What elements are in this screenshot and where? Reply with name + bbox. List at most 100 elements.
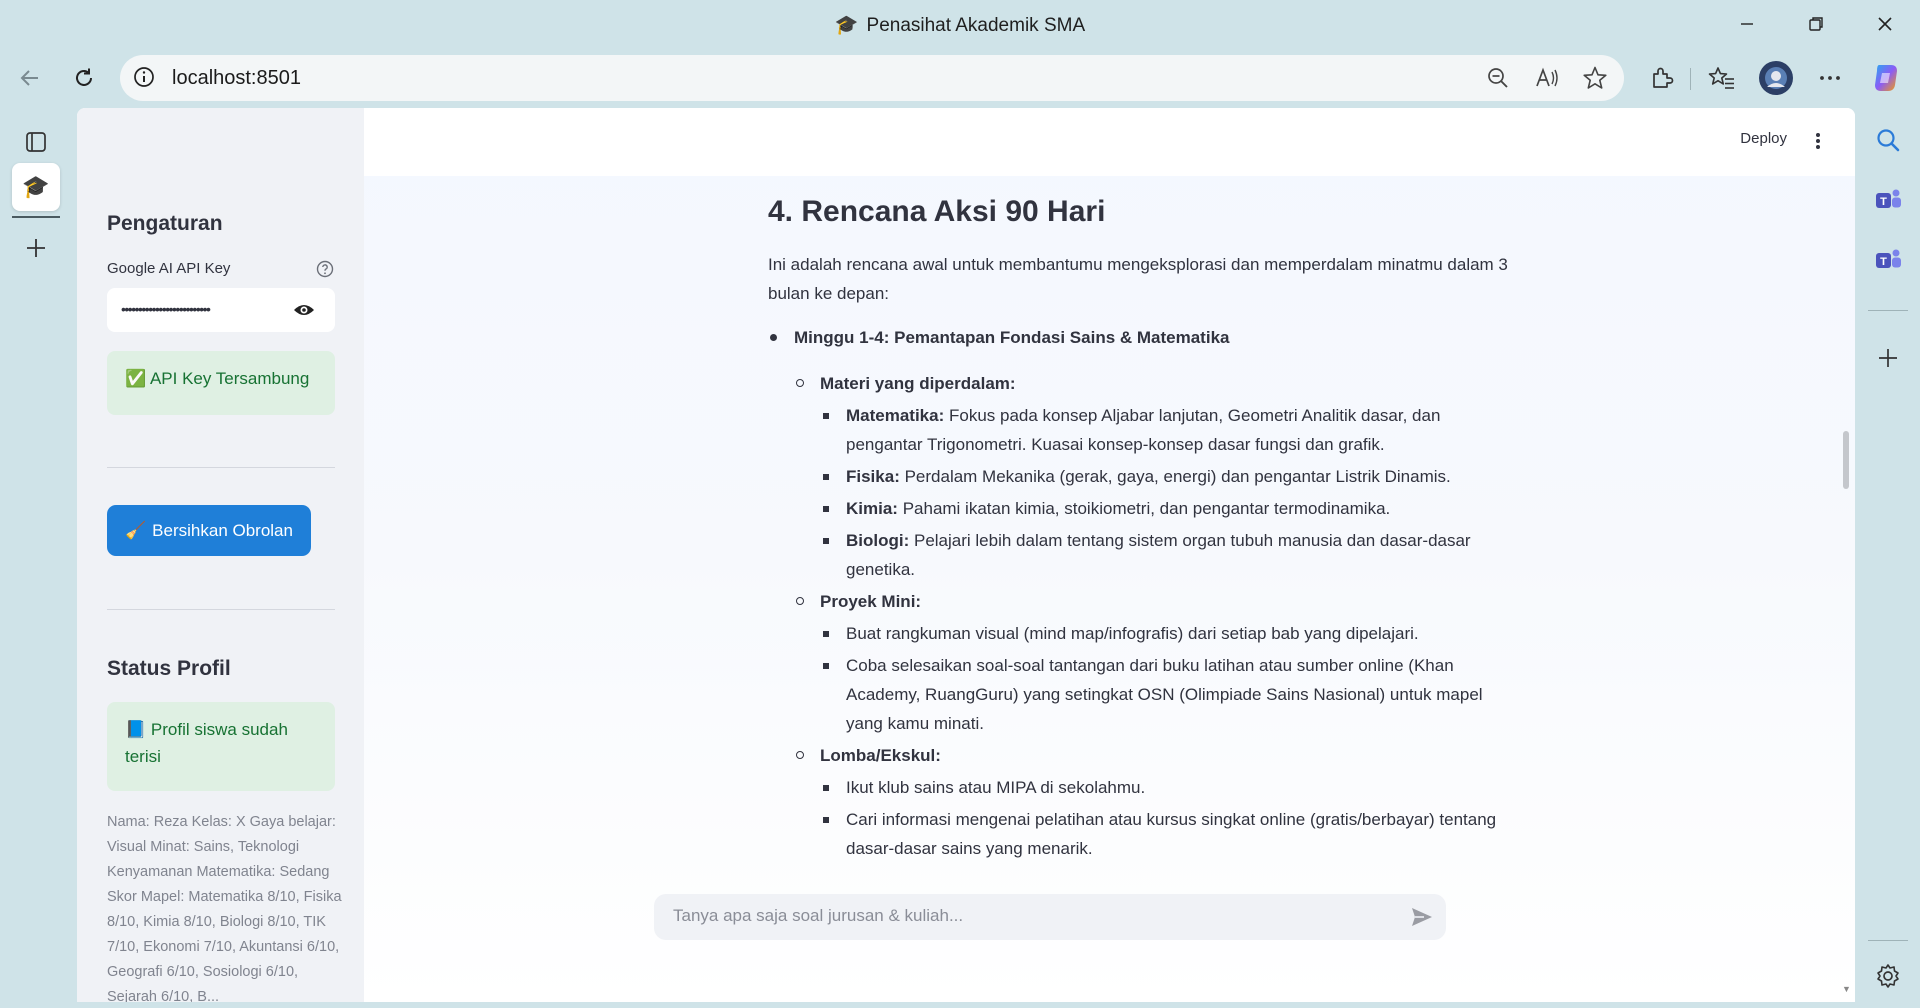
plan-list: Minggu 1-4: Pemantapan Fondasi Sains & M… — [768, 323, 1508, 863]
minimize-icon — [1741, 23, 1753, 25]
favorite-star-icon[interactable] — [1581, 64, 1609, 92]
help-icon[interactable] — [316, 260, 334, 278]
restore-button[interactable] — [1796, 8, 1836, 40]
list-item: Buat rangkuman visual (mind map/infograf… — [820, 619, 1508, 648]
chat-input-placeholder[interactable]: Tanya apa saja soal jurusan & kuliah... — [673, 906, 963, 926]
toolbar-divider — [1690, 68, 1691, 90]
zoom-out-icon[interactable] — [1484, 64, 1512, 92]
new-tab-button[interactable] — [12, 224, 60, 272]
proyek-title: Proyek Mini: — [820, 592, 922, 611]
week-sections: Materi yang diperdalam: Matematika: Foku… — [794, 369, 1508, 863]
close-icon — [1878, 17, 1892, 31]
subject-label: Fisika: — [846, 467, 900, 486]
back-arrow-icon — [20, 70, 38, 86]
tab-actions-icon[interactable] — [12, 118, 60, 166]
app-sidebar: Pengaturan Google AI API Key •••••••••••… — [77, 108, 364, 1002]
section-heading: 4. Rencana Aksi 90 Hari — [768, 195, 1106, 228]
scroll-down-arrow-icon[interactable]: ▼ — [1842, 984, 1851, 994]
main-area: Deploy 4. Rencana Aksi 90 Hari Ini adala… — [364, 108, 1855, 1002]
teams-icon-2[interactable]: T — [1868, 240, 1908, 280]
settings-heading: Pengaturan — [107, 212, 223, 235]
window-title: 🎓 Penasihat Akademik SMA — [0, 13, 1920, 37]
week-title: Minggu 1-4: Pemantapan Fondasi Sains & M… — [794, 328, 1230, 347]
reload-button[interactable] — [66, 60, 102, 96]
svg-text:T: T — [1880, 256, 1887, 268]
reload-icon — [76, 68, 92, 86]
profile-status-heading: Status Profil — [107, 657, 231, 680]
plan-week-item: Minggu 1-4: Pemantapan Fondasi Sains & M… — [768, 323, 1508, 863]
lomba-list: Ikut klub sains atau MIPA di sekolahmu. … — [820, 773, 1508, 863]
back-button[interactable] — [12, 60, 48, 96]
subject-text: Pelajari lebih dalam tentang sistem orga… — [846, 531, 1471, 579]
plus-icon — [1879, 349, 1897, 367]
edge-divider — [1868, 310, 1908, 311]
edge-sidebar: T T — [1856, 110, 1920, 1008]
list-item: Fisika: Perdalam Mekanika (gerak, gaya, … — [820, 462, 1508, 491]
list-item: Cari informasi mengenai pelatihan atau k… — [820, 805, 1508, 863]
main-menu-icon[interactable] — [1807, 128, 1829, 154]
send-icon[interactable] — [1410, 905, 1434, 929]
show-password-eye-icon[interactable] — [293, 301, 315, 319]
materi-title: Materi yang diperdalam: — [820, 374, 1016, 393]
read-aloud-icon[interactable] — [1533, 64, 1561, 92]
chat-input[interactable]: Tanya apa saja soal jurusan & kuliah... — [654, 894, 1446, 940]
materi-list: Matematika: Fokus pada konsep Aljabar la… — [820, 401, 1508, 584]
teams-icon[interactable]: T — [1868, 180, 1908, 220]
intro-paragraph: Ini adalah rencana awal untuk membantumu… — [768, 255, 1508, 303]
section-lomba: Lomba/Ekskul: Ikut klub sains atau MIPA … — [794, 741, 1508, 863]
window-title-text: Penasihat Akademik SMA — [866, 15, 1086, 36]
subject-label: Matematika: — [846, 406, 945, 425]
api-key-value[interactable]: •••••••••••••••••••••••••• — [121, 301, 211, 317]
copilot-icon[interactable] — [1868, 60, 1904, 96]
sidebar-divider-2 — [107, 609, 335, 610]
close-window-button[interactable] — [1865, 8, 1905, 40]
subject-label: Kimia: — [846, 499, 898, 518]
settings-gear-icon[interactable] — [1868, 956, 1908, 996]
profile-summary: Nama: Reza Kelas: X Gaya belajar: Visual… — [107, 814, 342, 1002]
search-icon[interactable] — [1868, 120, 1908, 160]
clear-chat-button[interactable]: 🧹 Bersihkan Obrolan — [107, 505, 311, 556]
edge-divider-bottom — [1868, 940, 1908, 941]
more-menu-icon[interactable] — [1812, 60, 1848, 96]
minimize-button[interactable] — [1727, 8, 1767, 40]
list-item: Biologi: Pelajari lebih dalam tentang si… — [820, 526, 1508, 584]
graduation-cap-icon: 🎓 — [22, 174, 50, 199]
add-sidebar-app-button[interactable] — [1868, 338, 1908, 378]
chat-message: 4. Rencana Aksi 90 Hari Ini adalah renca… — [768, 192, 1508, 866]
list-item: Matematika: Fokus pada konsep Aljabar la… — [820, 401, 1508, 459]
section-materi: Materi yang diperdalam: Matematika: Foku… — [794, 369, 1508, 584]
list-item: Coba selesaikan soal-soal tantangan dari… — [820, 651, 1508, 738]
broom-icon: 🧹 — [125, 520, 147, 540]
list-item: Ikut klub sains atau MIPA di sekolahmu. — [820, 773, 1508, 802]
profile-status-success: 📘 Profil siswa sudah terisi — [107, 702, 335, 791]
restore-icon — [1809, 17, 1823, 31]
api-status-success: ✅ API Key Tersambung — [107, 351, 335, 415]
favorites-icon[interactable] — [1704, 60, 1740, 96]
address-bar[interactable]: localhost:8501 — [120, 55, 1624, 101]
proyek-list: Buat rangkuman visual (mind map/infograf… — [820, 619, 1508, 738]
url-text[interactable]: localhost:8501 — [172, 67, 301, 90]
api-key-input[interactable]: •••••••••••••••••••••••••• — [107, 288, 335, 332]
tab-penasihat-akademik[interactable]: 🎓 — [12, 163, 60, 211]
scrollbar-thumb[interactable] — [1843, 431, 1849, 489]
lomba-title: Lomba/Ekskul: — [820, 746, 941, 765]
subject-text: Perdalam Mekanika (gerak, gaya, energi) … — [899, 467, 1451, 486]
clear-chat-label: Bersihkan Obrolan — [152, 520, 293, 540]
sidebar-divider — [107, 467, 335, 468]
app-header: Deploy — [364, 108, 1855, 176]
subject-text: Pahami ikatan kimia, stoikiometri, dan p… — [897, 499, 1391, 518]
section-proyek: Proyek Mini: Buat rangkuman visual (mind… — [794, 587, 1508, 738]
extensions-icon[interactable] — [1644, 60, 1680, 96]
api-key-label: Google AI API Key — [107, 260, 231, 277]
svg-text:T: T — [1880, 196, 1887, 208]
profile-avatar[interactable] — [1758, 60, 1794, 96]
plus-icon — [27, 239, 45, 257]
graduation-cap-icon: 🎓 — [834, 15, 859, 36]
list-item: Kimia: Pahami ikatan kimia, stoikiometri… — [820, 494, 1508, 523]
subject-label: Biologi: — [846, 531, 910, 550]
window-titlebar: 🎓 Penasihat Akademik SMA — [0, 0, 1920, 50]
site-info-icon[interactable] — [132, 65, 156, 94]
deploy-button[interactable]: Deploy — [1740, 130, 1787, 147]
browser-toolbar: localhost:8501 — [0, 50, 1920, 106]
tab-divider — [12, 216, 60, 218]
